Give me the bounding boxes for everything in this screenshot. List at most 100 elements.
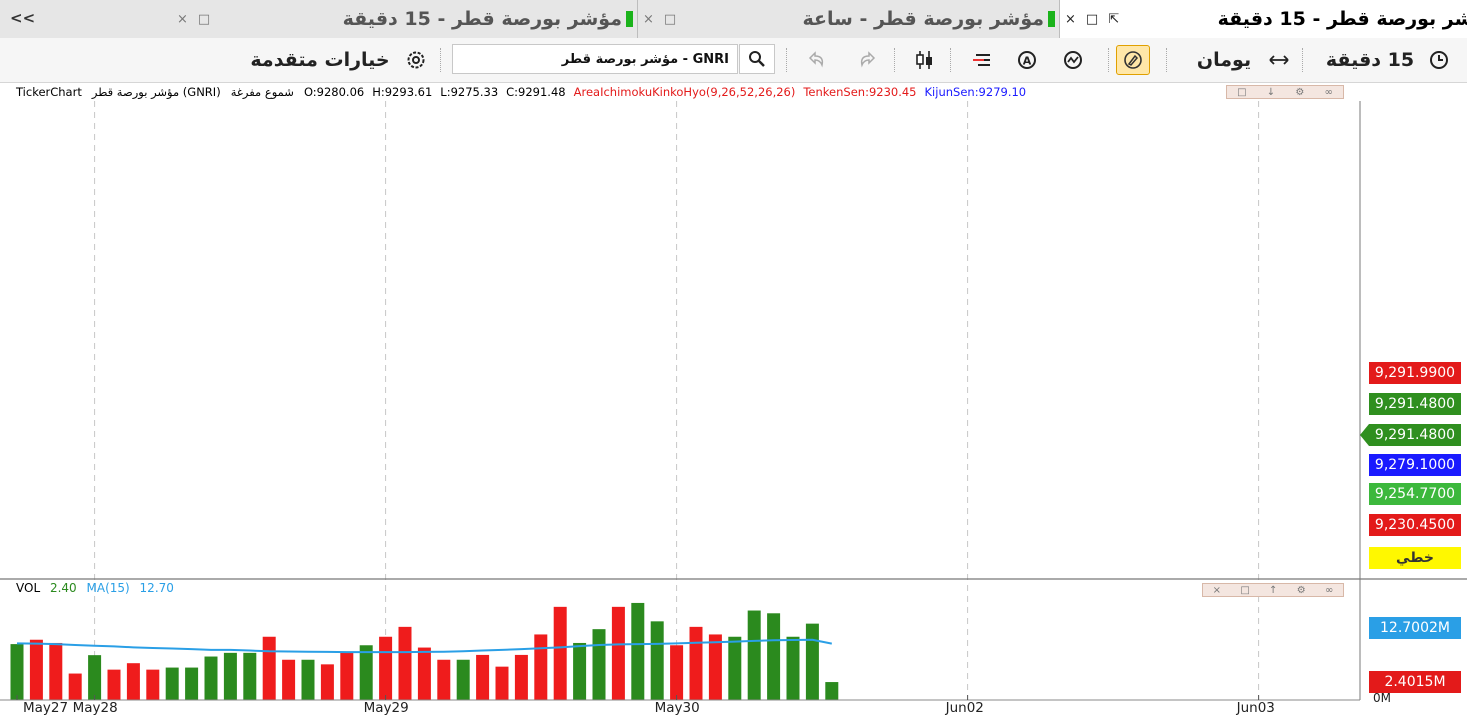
volume-bar [611, 606, 625, 700]
price-label-kijun: 9,279.1000 [1369, 454, 1461, 476]
advanced-options-button[interactable]: خيارات متقدمة [236, 46, 404, 74]
volume-bar [223, 652, 237, 700]
volume-bar [49, 642, 63, 700]
volume-bar [165, 667, 179, 700]
restore-icon[interactable]: □ [1240, 585, 1249, 596]
tab-restore-icon[interactable]: □ [664, 12, 676, 27]
volume-bar [534, 634, 548, 700]
volume-bar [805, 623, 819, 700]
tab-pin-icon[interactable]: ⇱ [1108, 12, 1119, 27]
volume-bar [747, 610, 761, 700]
candle-style-icon[interactable] [910, 46, 940, 74]
move-up-icon[interactable]: ↑ [1269, 585, 1277, 596]
settings-icon[interactable]: ⚙ [1295, 87, 1304, 98]
tab-restore-icon[interactable]: □ [1086, 12, 1098, 27]
settings-icon[interactable]: ⚙ [1297, 585, 1306, 596]
vol-value: 2.40 [49, 581, 77, 595]
symbol-search-input[interactable]: GNRI - مؤشر بورصة قطر [452, 44, 738, 74]
price-levels-icon[interactable] [966, 46, 996, 74]
volume-bar [689, 626, 703, 700]
price-chart[interactable] [0, 0, 1467, 719]
tab-hourly[interactable]: مؤشر بورصة قطر - ساعة □ × [638, 0, 1060, 38]
price-label-close: 9,291.4800 [1369, 393, 1461, 415]
volume-bar [437, 659, 451, 700]
volume-legend: VOL 2.40 MA(15) 12.70 [16, 581, 180, 595]
search-button[interactable] [739, 44, 775, 74]
app-name: TickerChart [16, 85, 82, 99]
volume-last-label: 2.4015M [1369, 671, 1461, 693]
clock-icon [1424, 46, 1454, 74]
date-axis-label: May28 [72, 700, 118, 716]
tab-close-icon[interactable]: × [1065, 12, 1076, 27]
volume-bar [243, 652, 257, 700]
tab-close-icon[interactable]: × [177, 12, 188, 27]
volume-bar [767, 613, 781, 700]
volume-bar [592, 629, 606, 700]
volume-bar [631, 602, 645, 700]
range-selector[interactable]: يومان [1184, 46, 1264, 74]
volume-ma-line [16, 638, 832, 654]
volume-bar [786, 636, 800, 700]
toolbar-separator [1166, 48, 1167, 72]
auto-scale-icon[interactable]: A [1012, 46, 1042, 74]
chart-style-button[interactable]: خطي [1369, 547, 1461, 569]
volume-bar [359, 645, 373, 700]
close-icon[interactable]: × [1213, 585, 1221, 596]
symbol-search-value: GNRI - مؤشر بورصة قطر [561, 51, 729, 67]
volume-bar [204, 656, 218, 700]
volume-bar [398, 626, 412, 700]
toolbar-separator [440, 48, 441, 72]
volume-bar [553, 606, 567, 700]
volume-bar [514, 654, 528, 700]
restore-icon[interactable]: □ [1237, 87, 1246, 98]
volume-bar [146, 669, 160, 700]
tab-title: مؤشر بورصة قطر - 15 دقيقة [1217, 8, 1467, 30]
chart-type: شموع مفرغة [230, 85, 294, 99]
toolbar-separator [786, 48, 787, 72]
date-axis-label: May30 [654, 700, 700, 716]
search-icon [749, 51, 765, 67]
chart-grid [94, 101, 1260, 700]
interval-selector[interactable]: 15 دقيقة [1316, 46, 1424, 74]
indicator-controls[interactable]: □ ↓ ⚙ ∞ [1226, 85, 1344, 99]
tab-status-indicator [626, 11, 633, 27]
tab-title: مؤشر بورصة قطر - 15 دقيقة [342, 8, 622, 30]
volume-bar [107, 669, 121, 700]
volume-bar [340, 652, 354, 700]
volume-bar [29, 639, 43, 700]
redo-icon[interactable] [852, 46, 882, 74]
more-icon[interactable]: ∞ [1325, 585, 1333, 596]
undo-icon[interactable] [802, 46, 832, 74]
indicator-name: AreaIchimokuKinkoHyo(9,26,52,26,26) [573, 85, 796, 99]
volume-bar [573, 642, 587, 700]
volume-bar [320, 664, 334, 700]
ohlc-open: O:9280.06 [303, 85, 365, 99]
tab-bar: << مؤشر بورصة قطر - 15 دقيقة □ × مؤشر بو… [0, 0, 1467, 39]
tab-close-icon[interactable]: × [643, 12, 654, 27]
vol-label: VOL [16, 581, 41, 595]
tab-restore-icon[interactable]: □ [198, 12, 210, 27]
volume-bar [10, 644, 24, 700]
move-down-icon[interactable]: ↓ [1267, 87, 1275, 98]
price-label-high: 9,291.9900 [1369, 362, 1461, 384]
volume-bar [495, 666, 509, 700]
volume-bar [379, 636, 393, 700]
ohlc-low: L:9275.33 [440, 85, 499, 99]
volume-bar [708, 634, 722, 700]
tenkan-value: TenkenSen:9230.45 [803, 85, 917, 99]
indicator-icon[interactable] [1058, 46, 1088, 74]
toolbar-separator [894, 48, 895, 72]
brush-icon [1124, 51, 1142, 69]
tab-scroll-button[interactable]: << [10, 9, 35, 27]
volume-bar [728, 636, 742, 700]
volume-bar [417, 647, 431, 700]
vol-ma-value: 12.70 [139, 581, 174, 595]
tab-15min-active[interactable]: مؤشر بورصة قطر - 15 دقيقة ⇱ □ × [1060, 0, 1467, 38]
last-price-pointer [1360, 424, 1369, 446]
volume-bar [185, 667, 199, 700]
drawing-tool-button[interactable] [1116, 45, 1150, 75]
tab-15min-2[interactable]: مؤشر بورصة قطر - 15 دقيقة □ × [172, 0, 638, 38]
volume-controls[interactable]: × □ ↑ ⚙ ∞ [1202, 583, 1344, 597]
more-icon[interactable]: ∞ [1325, 87, 1333, 98]
volume-bar [456, 659, 470, 700]
